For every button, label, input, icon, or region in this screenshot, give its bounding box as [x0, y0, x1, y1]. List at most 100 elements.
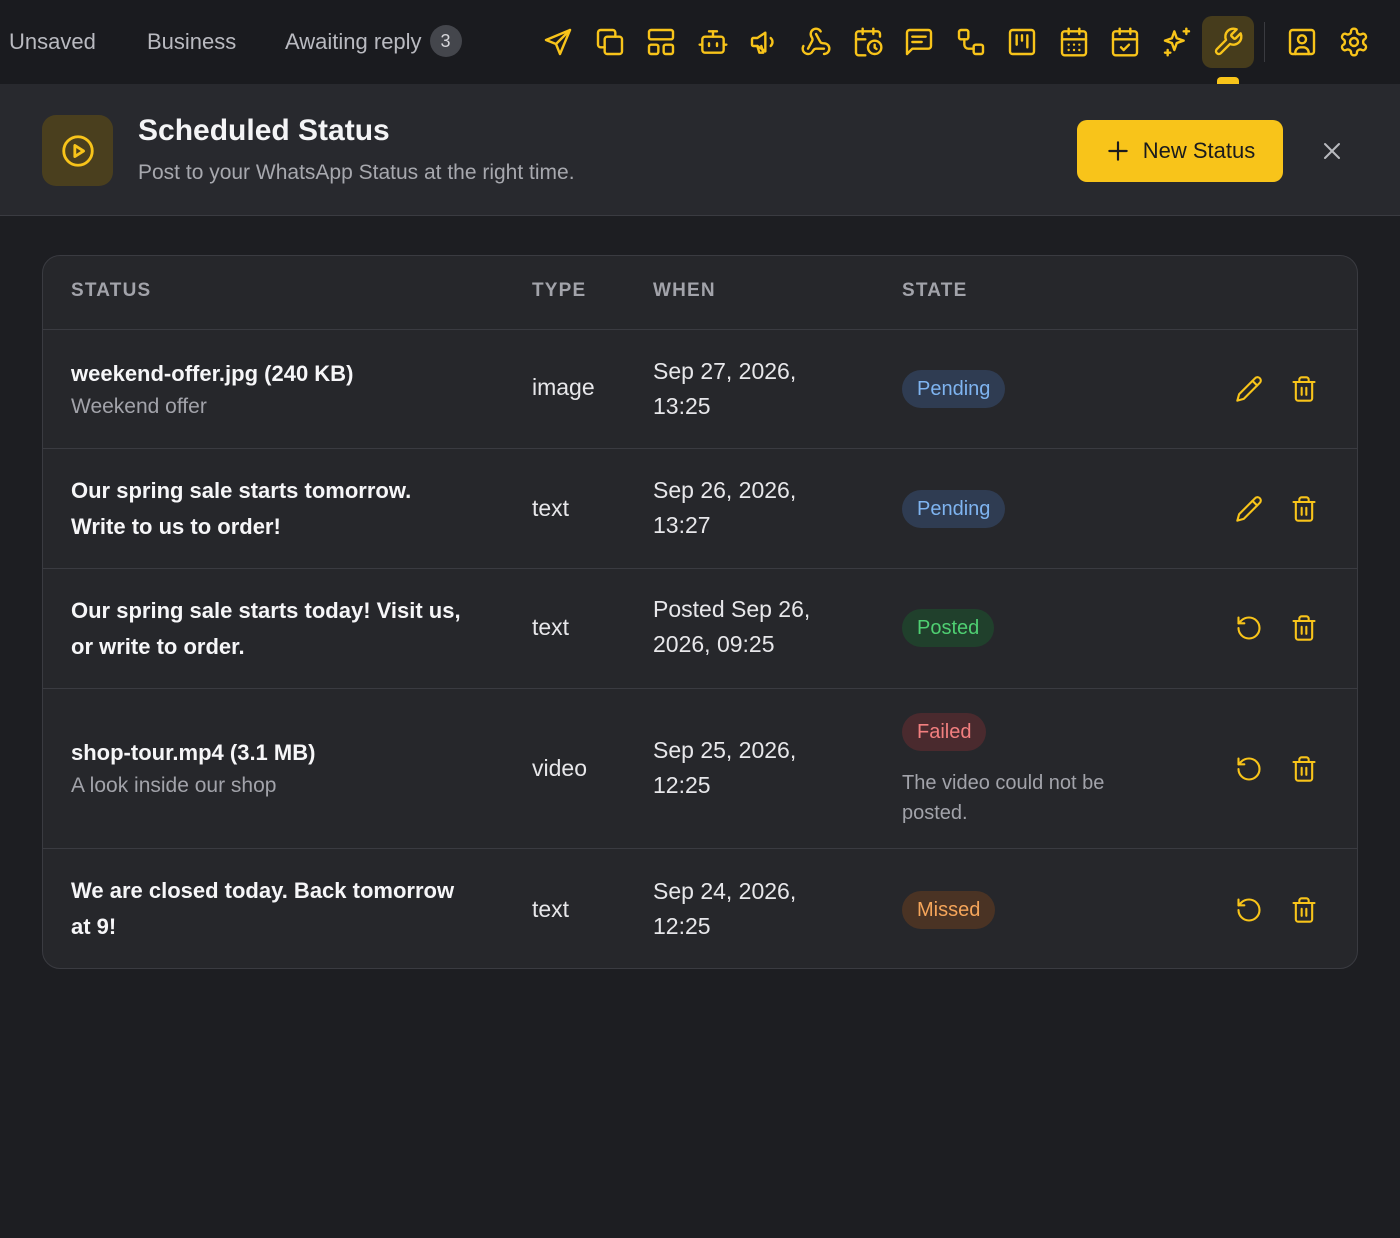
when-line-1: Sep 27, 2026, [653, 358, 797, 384]
sparkles-icon[interactable] [1151, 16, 1203, 68]
table-row: Our spring sale starts today! Visit us, … [43, 569, 1357, 689]
when-line-2: 12:25 [653, 913, 711, 939]
when-line-1: Sep 25, 2026, [653, 737, 797, 763]
delete-button[interactable] [1287, 492, 1321, 526]
when-line-1: Posted Sep 26, [653, 596, 811, 622]
status-title: Our spring sale starts tomorrow. Write t… [71, 478, 412, 539]
state-badge: Pending [902, 490, 1006, 528]
webhook-icon[interactable] [790, 16, 842, 68]
retry-icon [1237, 616, 1261, 640]
state-badge: Posted [902, 609, 995, 647]
status-subtitle: Weekend offer [71, 395, 207, 418]
column-header-status: STATUS [71, 280, 152, 301]
type-cell: text [532, 614, 570, 640]
state-badge: Failed [902, 713, 987, 751]
retry-icon [1237, 757, 1261, 781]
when-cell: Posted Sep 26, 2026, 09:25 [653, 592, 853, 662]
status-cell: Our spring sale starts today! Visit us, … [71, 593, 471, 665]
contact-icon[interactable] [1276, 16, 1328, 68]
page-header: Scheduled Status Post to your WhatsApp S… [0, 84, 1400, 216]
retry-icon [1237, 898, 1261, 922]
calendar-clock-icon[interactable] [842, 16, 894, 68]
when-cell: Sep 27, 2026, 13:25 [653, 354, 853, 424]
trash-icon [1292, 756, 1316, 782]
table-row: We are closed today. Back tomorrow at 9!… [43, 849, 1357, 968]
when-line-2: 2026, 09:25 [653, 631, 775, 657]
state-cell: Missed [902, 891, 1152, 929]
edit-button[interactable] [1232, 492, 1266, 526]
when-line-1: Sep 26, 2026, [653, 477, 797, 503]
delete-button[interactable] [1287, 752, 1321, 786]
active-tab-indicator [1217, 77, 1239, 84]
when-line-2: 13:27 [653, 512, 711, 538]
when-cell: Sep 26, 2026, 13:27 [653, 473, 853, 543]
send-icon[interactable] [532, 16, 584, 68]
status-cell: weekend-offer.jpg (240 KB) Weekend offer [71, 356, 471, 422]
bot-icon[interactable] [687, 16, 739, 68]
status-cell: We are closed today. Back tomorrow at 9! [71, 873, 471, 945]
close-button[interactable] [1315, 134, 1349, 168]
type-cell: text [532, 896, 570, 922]
status-title: We are closed today. Back tomorrow at 9! [71, 878, 455, 939]
retry-button[interactable] [1232, 893, 1266, 927]
status-cell: Our spring sale starts tomorrow. Write t… [71, 473, 471, 545]
message-icon[interactable] [893, 16, 945, 68]
retry-button[interactable] [1232, 611, 1266, 645]
copy-icon[interactable] [584, 16, 636, 68]
status-title: shop-tour.mp4 (3.1 MB) [71, 740, 316, 765]
wrench-icon[interactable] [1202, 16, 1254, 68]
edit-button[interactable] [1232, 372, 1266, 406]
new-status-label: New Status [1142, 138, 1256, 163]
trash-icon [1292, 496, 1316, 522]
layout-icon[interactable] [635, 16, 687, 68]
status-subtitle: A look inside our shop [71, 774, 277, 797]
delete-button[interactable] [1287, 611, 1321, 645]
state-error-note: The video could not be posted. [902, 772, 1105, 824]
calendar-check-icon[interactable] [1099, 16, 1151, 68]
column-header-state: STATE [902, 280, 968, 301]
table-row: weekend-offer.jpg (240 KB) Weekend offer… [43, 330, 1357, 449]
column-header-type: TYPE [532, 280, 587, 301]
status-cell: shop-tour.mp4 (3.1 MB) A look inside our… [71, 735, 471, 801]
close-icon [1324, 143, 1340, 159]
settings-icon[interactable] [1328, 16, 1380, 68]
pencil-icon [1236, 496, 1262, 522]
status-title: Our spring sale starts today! Visit us, … [71, 598, 461, 659]
state-cell: Posted [902, 609, 1152, 647]
when-line-1: Sep 24, 2026, [653, 878, 797, 904]
tab-business[interactable]: Business [147, 0, 236, 84]
calendar-grid-icon[interactable] [1048, 16, 1100, 68]
awaiting-reply-count-badge: 3 [429, 25, 462, 58]
table-row: Our spring sale starts tomorrow. Write t… [43, 449, 1357, 569]
megaphone-icon[interactable] [738, 16, 790, 68]
scheduled-status-table: STATUS TYPE WHEN STATE weekend-offer.jpg… [42, 255, 1358, 969]
pencil-icon [1236, 376, 1262, 402]
tab-awaiting-reply[interactable]: Awaiting reply 3 [285, 0, 462, 84]
flow-icon[interactable] [945, 16, 997, 68]
kanban-icon[interactable] [996, 16, 1048, 68]
toolbar-divider [1264, 22, 1265, 62]
trash-icon [1292, 376, 1316, 402]
state-badge: Missed [902, 891, 996, 929]
delete-button[interactable] [1287, 372, 1321, 406]
delete-button[interactable] [1287, 893, 1321, 927]
tab-unsaved[interactable]: Unsaved [9, 0, 96, 84]
retry-button[interactable] [1232, 752, 1266, 786]
when-cell: Sep 25, 2026, 12:25 [653, 733, 853, 803]
top-bar: Unsaved Business Awaiting reply 3 [0, 0, 1400, 84]
type-cell: video [532, 755, 587, 781]
table-header: STATUS TYPE WHEN STATE [43, 256, 1357, 330]
trash-icon [1292, 897, 1316, 923]
new-status-button[interactable]: New Status [1077, 120, 1283, 182]
type-cell: image [532, 374, 595, 400]
tab-awaiting-reply-label: Awaiting reply [285, 29, 422, 54]
column-header-when: WHEN [653, 280, 716, 301]
when-line-2: 13:25 [653, 393, 711, 419]
play-circle-icon [42, 115, 113, 186]
page-subtitle: Post to your WhatsApp Status at the righ… [138, 161, 575, 184]
page-title: Scheduled Status [138, 114, 390, 147]
when-cell: Sep 24, 2026, 12:25 [653, 874, 853, 944]
state-cell: Pending [902, 370, 1152, 408]
when-line-2: 12:25 [653, 772, 711, 798]
trash-icon [1292, 615, 1316, 641]
